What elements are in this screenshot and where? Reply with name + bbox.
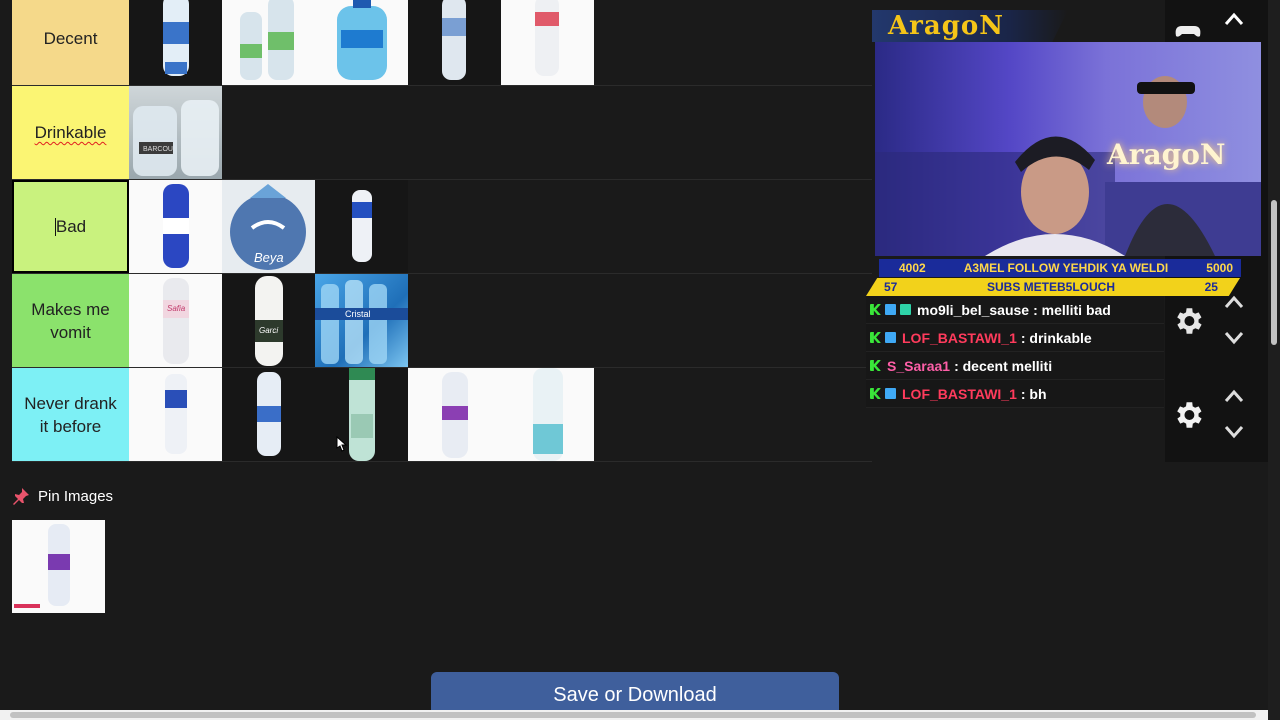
tier-image[interactable] xyxy=(222,0,315,85)
pin-images-title: Pin Images xyxy=(12,486,113,506)
gear-icon[interactable] xyxy=(1171,398,1205,432)
tier-image[interactable]: BARCOU xyxy=(129,86,222,179)
chat-username: LOF_BASTAWI_1 xyxy=(902,329,1017,346)
chat-username: S_Saraa1 xyxy=(887,357,951,374)
tier-image[interactable] xyxy=(408,0,501,85)
tier-items xyxy=(129,0,594,85)
tier-items: Beya xyxy=(129,180,408,273)
tier-image[interactable]: Beya xyxy=(222,180,315,273)
tier-label-makes-me-vomit[interactable]: Makes me vomit xyxy=(12,274,129,367)
tile-text-beya: Beya xyxy=(254,250,284,265)
controller-icon xyxy=(1175,26,1201,37)
tier-items: Safia Garci Cristal xyxy=(129,274,408,367)
tile-text-barcou: BARCOU xyxy=(143,146,173,153)
follower-goal-text: A3MEL FOLLOW YEHDIK YA WELDI xyxy=(963,261,1169,275)
sub-goal-text: SUBS METEB5LOUCH xyxy=(986,280,1115,294)
chat-message: LOF_BASTAWI_1 : drinkable xyxy=(866,324,1164,352)
sub-goal-bar: 57 SUBS METEB5LOUCH 25 xyxy=(866,278,1240,296)
tier-label-text: Drinkable xyxy=(34,123,107,142)
webcam-feed: AragoN xyxy=(875,42,1261,256)
tier-label-text: Decent xyxy=(43,29,98,48)
horizontal-scrollbar[interactable] xyxy=(0,710,1268,720)
kick-badge-icon xyxy=(870,332,881,343)
tier-row-makes-me-vomit: Makes me vomit Safia Garci Cristal xyxy=(12,274,872,368)
prime-badge-icon xyxy=(885,332,896,343)
tier-row-never-drank-it-before: Never drank it before xyxy=(12,368,872,462)
sub-badge-icon xyxy=(900,304,911,315)
chevron-down-icon[interactable] xyxy=(1224,331,1244,345)
tier-image[interactable]: Garci xyxy=(222,274,315,367)
vertical-scrollbar-thumb[interactable] xyxy=(1271,200,1277,345)
tier-image[interactable] xyxy=(129,0,222,85)
tier-label-text: Never drank it before xyxy=(24,393,117,436)
follower-goal: 5000 xyxy=(1206,261,1233,275)
tile-text-garci: Garci xyxy=(259,326,279,335)
tier-row-drinkable: Drinkable BARCOU xyxy=(12,86,872,180)
horizontal-scrollbar-thumb[interactable] xyxy=(10,712,1256,718)
tier-image[interactable] xyxy=(129,368,222,461)
tier-image[interactable] xyxy=(129,180,222,273)
tier-list: Decent Drinkable BARCOU Bad Beya Makes m… xyxy=(12,0,872,462)
cursor-icon xyxy=(336,436,348,452)
webcam-neon-sign: AragoN xyxy=(1107,138,1226,171)
tier-image[interactable] xyxy=(315,0,408,85)
tier-image[interactable]: Cristal xyxy=(315,274,408,367)
tile-text-cristal: Cristal xyxy=(345,309,371,319)
follower-count: 4002 xyxy=(899,261,926,275)
tier-label-text: Makes me vomit xyxy=(31,299,110,342)
tier-label-text: Bad xyxy=(55,217,87,236)
tier-label-drinkable[interactable]: Drinkable xyxy=(12,86,129,179)
tier-label-decent[interactable]: Decent xyxy=(12,0,129,85)
gear-icon[interactable] xyxy=(1171,304,1205,338)
chat-message: LOF_BASTAWI_1 : bh xyxy=(866,380,1164,408)
tier-image[interactable] xyxy=(501,368,594,461)
tier-image[interactable] xyxy=(315,180,408,273)
tier-image[interactable] xyxy=(501,0,594,85)
pin-images-label: Pin Images xyxy=(38,487,114,505)
tier-row-bad: Bad Beya xyxy=(12,180,872,274)
tier-label-never-drank-it-before[interactable]: Never drank it before xyxy=(12,368,129,461)
pinned-image[interactable] xyxy=(12,520,105,613)
follower-goal-bar: 4002 A3MEL FOLLOW YEHDIK YA WELDI 5000 xyxy=(879,259,1241,277)
aragon-logo: AragoN xyxy=(872,10,1068,42)
tier-image[interactable] xyxy=(315,368,408,461)
chevron-up-icon[interactable] xyxy=(1224,12,1244,26)
kick-badge-icon xyxy=(870,304,881,315)
chevron-down-icon[interactable] xyxy=(1224,425,1244,439)
prime-badge-icon xyxy=(885,388,896,399)
tier-items: BARCOU xyxy=(129,86,222,179)
chat-text: : drinkable xyxy=(1020,329,1092,346)
chat-username: mo9li_bel_sause xyxy=(917,301,1030,318)
tile-text-safia: Safia xyxy=(167,304,186,313)
pin-images-section: Pin Images xyxy=(12,486,113,613)
logo-text: AragoN xyxy=(888,11,1005,41)
tier-image[interactable]: Safia xyxy=(129,274,222,367)
pushpin-icon xyxy=(13,488,29,505)
kick-badge-icon xyxy=(870,388,881,399)
vertical-scrollbar[interactable] xyxy=(1268,0,1280,720)
chat-username: LOF_BASTAWI_1 xyxy=(902,385,1017,402)
sub-goal: 25 xyxy=(1204,280,1218,294)
chat-text: : bh xyxy=(1020,385,1047,402)
tier-items xyxy=(129,368,594,461)
tier-row-decent: Decent xyxy=(12,0,872,86)
chat-text: : decent melliti xyxy=(954,357,1053,374)
chat-box: mo9li_bel_sause : melliti bad LOF_BASTAW… xyxy=(866,296,1164,408)
sub-count: 57 xyxy=(884,280,898,294)
chat-text: : melliti bad xyxy=(1033,301,1111,318)
tier-image[interactable] xyxy=(222,368,315,461)
kick-badge-icon xyxy=(870,360,881,371)
tier-image[interactable] xyxy=(408,368,501,461)
chat-message: mo9li_bel_sause : melliti bad xyxy=(866,296,1164,324)
chat-message: S_Saraa1 : decent melliti xyxy=(866,352,1164,380)
chevron-up-icon[interactable] xyxy=(1224,389,1244,403)
chevron-up-icon[interactable] xyxy=(1224,295,1244,309)
prime-badge-icon xyxy=(885,304,896,315)
tier-label-bad[interactable]: Bad xyxy=(12,180,129,273)
